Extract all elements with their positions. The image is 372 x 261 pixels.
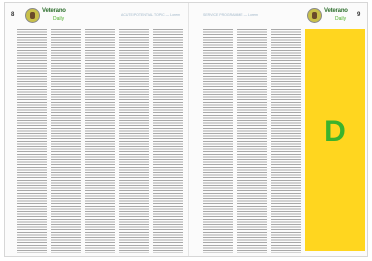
left-page-header: 8 Veterano Daily ACUTE/POTENTIAL TOPIC —… [11, 7, 185, 25]
panel-letter: D [324, 115, 346, 148]
right-page-number: 9 [357, 12, 361, 18]
left-logo: Veterano Daily [25, 7, 69, 25]
text-column [237, 29, 267, 253]
letter-panel: D [305, 29, 365, 251]
text-column [119, 29, 149, 253]
left-page-number: 8 [11, 12, 15, 18]
text-column [153, 29, 183, 253]
right-logo: Veterano Daily [307, 7, 351, 25]
magazine-spread: 8 Veterano Daily ACUTE/POTENTIAL TOPIC —… [4, 2, 368, 257]
right-page-header: SERVICE PROGRAMME — Lorem Veterano Daily… [195, 7, 363, 25]
text-column [17, 29, 47, 253]
left-running-head: ACUTE/POTENTIAL TOPIC — Lorem [121, 13, 181, 17]
text-column [85, 29, 115, 253]
right-running-head: SERVICE PROGRAMME — Lorem [203, 13, 258, 17]
logo-sub: Daily [335, 16, 347, 22]
page-spine [188, 3, 189, 256]
logo-word: Veterano [42, 8, 66, 14]
logo-emblem-icon [25, 8, 40, 23]
text-column [51, 29, 81, 253]
logo-word: Veterano [324, 8, 348, 14]
logo-sub: Daily [53, 16, 65, 22]
text-column [271, 29, 301, 253]
logo-emblem-icon [307, 8, 322, 23]
text-column [203, 29, 233, 253]
